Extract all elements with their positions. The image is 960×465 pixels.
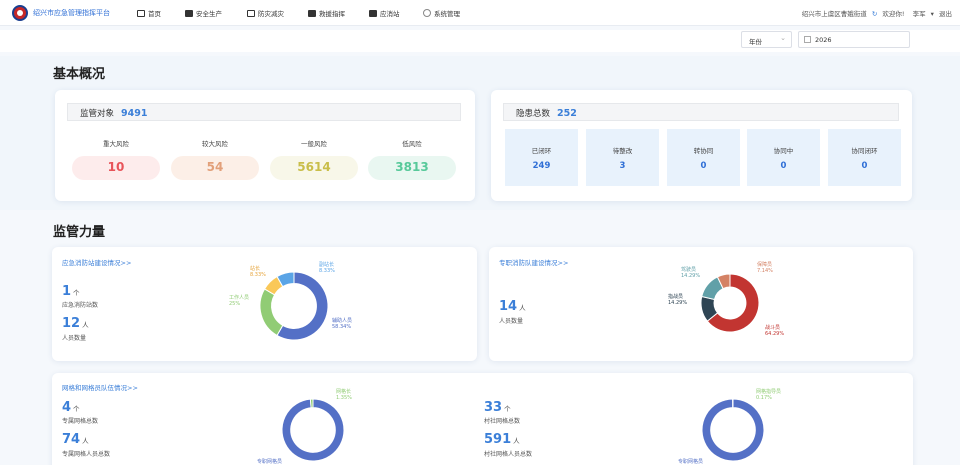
team-label-support: 保障员 7.14% [757,262,773,274]
team-link[interactable]: 专职消防队建设情况>> [499,257,568,267]
risk-label-low: 低风险 [402,140,422,148]
monitor-icon [137,10,145,17]
hazard-tile-coordination-closed[interactable]: 协同闭环 0 [828,129,901,186]
overview-title: 基本概况 [53,67,106,82]
gear-icon [423,9,431,17]
top-nav-bar: 绍兴市应急管理指挥平台 首页 安全生产 防灾减灾 救援指挥 应消站 系统管理 绍… [0,0,960,26]
logout-link[interactable]: 退出 [939,10,952,18]
grid-right-label-instructor: 网格指导员 0.17% [756,389,782,401]
user-area: 绍兴市上虞区曹娥街道 ↻ 欢迎你! 李军 ▾ 退出 [799,8,952,18]
team-people: 14 人 [499,299,526,314]
station-label-worker: 工作人员 25% [229,295,250,307]
team-label-fighter: 战斗员 64.29% [765,325,785,337]
team-label-driver: 驾驶员 14.29% [681,267,701,279]
year-picker[interactable]: 2026 [798,31,910,48]
grid-card [52,373,913,465]
grid-left-donut-chart [281,398,345,462]
grid-right-count-label: 村社网格总数 [484,418,521,425]
nav-home[interactable]: 首页 [137,8,161,18]
shield-icon [247,10,255,17]
welcome-label: 欢迎你! [882,10,905,18]
grid-right-people: 591 人 [484,432,520,447]
donut-slice-1[interactable] [259,288,284,337]
station-label-assistant: 辅助人员 58.34% [332,318,353,330]
hazard-tile-pending[interactable]: 待整改 3 [586,129,659,186]
station-people: 12 人 [62,316,89,331]
risk-label-general: 一般风险 [301,140,327,148]
hazard-header: 隐患总数 252 [503,103,899,121]
hazard-tile-transferred[interactable]: 转协同 0 [667,129,740,186]
donut-slice-0[interactable] [281,398,345,462]
grid-left-count: 4个 [62,400,80,415]
station-people-label: 人员数量 [62,335,87,342]
team-donut-chart [700,273,760,333]
risk-value-large[interactable]: 54 [171,156,259,180]
station-link[interactable]: 应急消防站建设情况>> [62,257,131,267]
grid-left-label-fulltime: 专职网格员 [257,459,283,465]
location-label: 绍兴市上虞区曹娥街道 [801,10,867,18]
filter-bar: 年份 2026 [0,30,960,52]
station-icon [369,10,377,17]
grid-right-donut-chart [701,398,765,462]
app-logo [12,5,28,21]
command-icon [308,10,316,17]
risk-value-general[interactable]: 5614 [270,156,358,180]
team-people-label: 人员数量 [499,318,524,325]
hazard-tile-closed[interactable]: 已闭环 249 [505,129,578,186]
user-menu[interactable]: 李军 ▾ [910,10,934,18]
supervision-total: 9491 [121,108,148,119]
grid-left-label-leader: 网格长 1.35% [336,389,352,401]
grid-link[interactable]: 网格和网格员队伍情况>> [62,382,138,392]
nav-system-management[interactable]: 系统管理 [423,8,460,18]
nav-disaster-prevention[interactable]: 防灾减灾 [247,8,284,18]
nav-fire-station[interactable]: 应消站 [369,8,400,18]
risk-label-major: 重大风险 [103,140,129,148]
caret-down-icon: ▾ [930,10,934,18]
station-count: 1个 [62,284,80,299]
hazard-total: 252 [557,108,577,119]
station-donut-chart [259,271,329,341]
station-label-chief: 站长 8.33% [250,266,266,278]
risk-value-low[interactable]: 3813 [368,156,456,180]
grid-left-people: 74 人 [62,432,89,447]
grid-left-people-label: 专属网格人员总数 [62,451,111,458]
station-label-deputy: 副站长 8.33% [319,262,335,274]
app-title: 绍兴市应急管理指挥平台 [33,9,110,17]
donut-slice-0[interactable] [701,398,765,462]
grid-right-count: 33 个 [484,400,511,415]
nav-safety-production[interactable]: 安全生产 [185,8,222,18]
refresh-icon[interactable]: ↻ [872,10,877,18]
risk-value-major[interactable]: 10 [72,156,160,180]
supervision-header: 监管对象 9491 [67,103,461,121]
hazard-tile-in-coordination[interactable]: 协同中 0 [747,129,820,186]
force-title: 监管力量 [53,225,106,240]
nav-rescue-command[interactable]: 救援指挥 [308,8,345,18]
calendar-icon [804,36,811,43]
book-icon [185,10,193,17]
risk-label-large: 较大风险 [202,140,228,148]
station-count-label: 应急消防站数 [62,302,99,309]
team-label-commander: 指战员 14.29% [668,294,688,306]
grid-right-label-fulltime: 专职网格员 [678,459,704,465]
grid-right-people-label: 村社网格人员总数 [484,451,533,458]
donut-slice-1[interactable] [309,398,314,409]
period-select[interactable]: 年份 [741,31,792,48]
grid-left-count-label: 专属网格总数 [62,418,99,425]
